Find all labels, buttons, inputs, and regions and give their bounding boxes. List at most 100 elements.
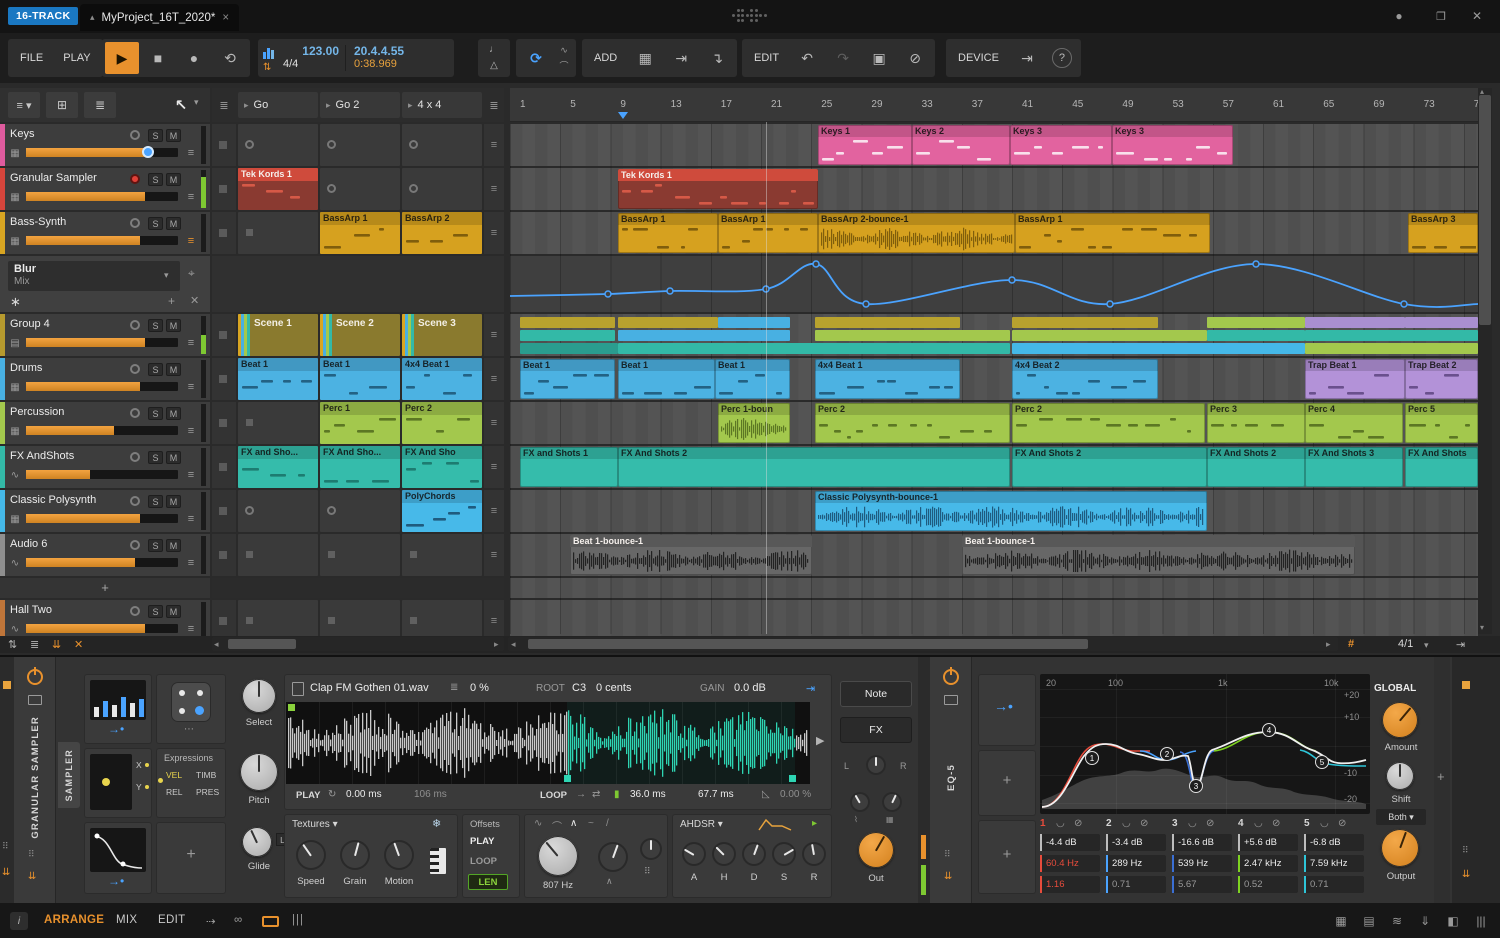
volume-slider[interactable] [26,382,178,391]
device-menu-button[interactable]: DEVICE [949,42,1008,74]
help-icon[interactable]: ? [1051,48,1072,68]
offset-loop[interactable]: LOOP [470,856,497,867]
eq-display-icon[interactable] [944,695,958,705]
eq-add-slot-2[interactable]: + [978,820,1036,894]
loop-end-handle[interactable] [789,775,796,782]
track-options-icon[interactable]: ≡ [184,425,198,437]
eq-band-gain[interactable]: -3.4 dB [1106,834,1166,851]
arranger-clip[interactable]: Perc 4 [1305,403,1403,443]
arranger-clip[interactable]: Keys 3 [1010,125,1112,165]
list-view-icon[interactable]: ≣ [84,92,116,118]
edit-menu-button[interactable]: EDIT [745,42,788,74]
volume-slider[interactable] [26,514,178,523]
automation-param-dropdown[interactable]: Blur Mix ▾ [8,261,180,291]
eq-band-power-icon[interactable]: ⊘ [1206,818,1214,829]
eq-band-number-5[interactable]: 5 [1304,818,1310,829]
launcher-clip[interactable]: BassArp 1 [320,212,400,254]
eq-band-q[interactable]: 1.16 [1040,876,1100,893]
eq-band-power-icon[interactable]: ⊘ [1338,818,1346,829]
track-options-icon[interactable]: ≡ [184,381,198,393]
arranger-clip[interactable]: FX And Shots [1405,447,1478,487]
arranger-row[interactable] [510,600,1478,636]
sort-icon[interactable]: ⇅ [8,638,17,651]
slot-stop-icon[interactable] [246,229,253,236]
expression-vel[interactable]: VEL [166,770,182,780]
eq-expand-icon[interactable]: ⇊ [944,871,952,882]
metronome-icon[interactable]: △ [490,57,498,73]
arranger-clip[interactable]: Tek Kords 1 [618,169,818,209]
loop-start-handle[interactable] [564,775,571,782]
slot-stop-icon[interactable] [328,617,335,624]
track-row-granular-sampler[interactable]: Granular Sampler S M ▦ ≡ [0,168,210,210]
arranger-clip[interactable]: BassArp 1 [718,213,818,253]
clip-stop-button[interactable] [219,617,227,625]
arranger-clip[interactable]: Perc 2 [1012,403,1205,443]
speaker-icon[interactable]: ◧ [1442,913,1464,929]
solo-button[interactable]: S [148,129,163,142]
copy-icon[interactable]: ▣ [862,42,896,74]
eq-band-gain[interactable]: -4.4 dB [1040,834,1100,851]
xy-pad-module[interactable]: XY [84,748,152,818]
launcher-scroll-left-icon[interactable]: ◂ [214,639,219,650]
clip-slot[interactable] [402,600,482,636]
launcher-scroll-right-icon[interactable]: ▸ [494,639,499,650]
launcher-clip[interactable]: Beat 1 [320,358,400,400]
track-row-hall-two[interactable]: Hall Two S M ∿ ≡ [0,600,210,636]
mute-button[interactable]: M [166,319,181,332]
xy-pad[interactable] [90,754,132,810]
eq-band-q[interactable]: 0.52 [1238,876,1298,893]
launcher-clip[interactable]: Scene 1 [238,314,318,356]
eq-shift-knob[interactable] [1386,762,1414,790]
panels-icon[interactable]: ||| [292,914,304,926]
tool-caret-icon[interactable]: ▾ [194,97,199,108]
rail-collapse-icon[interactable]: ⇊ [1462,869,1470,880]
volume-slider[interactable] [26,236,178,245]
follow-down-icon[interactable]: ⇊ [52,638,61,651]
row-menu-icon[interactable]: ≡ [487,328,501,342]
slot-record-icon[interactable] [245,506,254,515]
arranger-clip[interactable]: Classic Polysynth-bounce-1 [815,491,1207,531]
focus-display-icon[interactable] [262,916,279,927]
playhead-follow-icon[interactable]: ⇥ [664,42,698,74]
arranger-clip[interactable]: FX And Shots 2 [618,447,1010,487]
eq-mod-route-icon[interactable]: →• [994,698,1013,714]
row-menu-icon[interactable]: ≡ [487,138,501,152]
arranger-clip[interactable]: BassArp 1 [618,213,718,253]
solo-button[interactable]: S [148,319,163,332]
note-chain-button[interactable]: Note [840,681,912,707]
clip-slot[interactable] [320,168,400,210]
slot-record-icon[interactable] [327,506,336,515]
eq-band-handle-2[interactable]: 2 [1160,747,1174,761]
eq-mode-dropdown[interactable]: Both ▾ [1376,809,1426,825]
slot-stop-icon[interactable] [246,551,253,558]
window-indicator-icon[interactable]: ● [1388,6,1410,26]
volume-slider[interactable] [26,426,178,435]
rail-grid-icon[interactable]: ⠿ [2,841,9,852]
row-menu-icon[interactable]: ≡ [487,504,501,518]
env-r-knob[interactable] [802,842,826,866]
volume-handle[interactable] [141,146,154,158]
automation-lane[interactable] [510,256,1478,312]
arranger-clip[interactable]: FX And Shots 3 [1305,447,1403,487]
eq-band-shape-icon[interactable]: ◡ [1188,818,1197,829]
gain-value[interactable]: 0.0 dB [734,682,766,694]
project-menu-icon[interactable]: ▴ [90,12,95,23]
clip-slot[interactable] [320,600,400,636]
volume-slider[interactable] [26,338,178,347]
arranger-clip[interactable]: Perc 2 [815,403,1010,443]
track-row-keys[interactable]: Keys S M ▦ ≡ [0,124,210,166]
filter-module[interactable]: ∿ ⌒ ∧ ~ / 807 Hz ∧ ⠿ [524,814,668,898]
row-menu-icon[interactable]: ≡ [487,226,501,240]
solo-button[interactable]: S [148,605,163,618]
eq-band-handle-1[interactable]: 1 [1085,751,1099,765]
clip-slot[interactable] [238,600,318,636]
eq-band-shape-icon[interactable]: ◡ [1320,818,1329,829]
routing-icon[interactable]: # [1348,638,1354,650]
clip-stop-button[interactable] [219,375,227,383]
wave-icon[interactable]: ∿ [555,43,573,58]
record-button[interactable]: ● [177,42,211,74]
slot-record-icon[interactable] [245,140,254,149]
send2-knob[interactable] [882,792,902,812]
clip-stop-button[interactable] [219,185,227,193]
groove-icon[interactable]: ♩ [489,41,499,57]
